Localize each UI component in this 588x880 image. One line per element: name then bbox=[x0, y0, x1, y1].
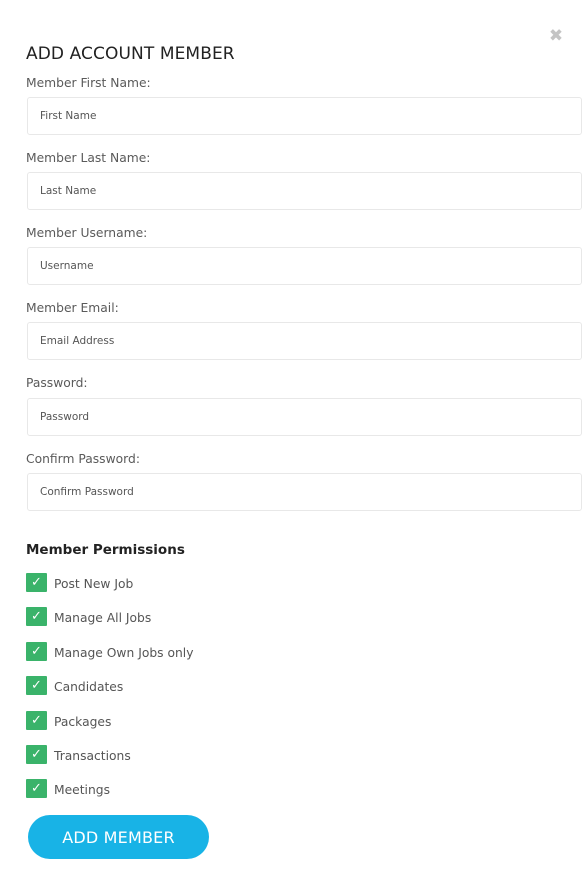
confirm-password-input[interactable] bbox=[27, 473, 582, 511]
permission-label: Manage All Jobs bbox=[54, 611, 152, 625]
permission-label: Post New Job bbox=[54, 577, 134, 591]
permission-label: Transactions bbox=[54, 749, 131, 763]
permission-label: Manage Own Jobs only bbox=[54, 646, 194, 660]
checkbox-checked-icon[interactable]: ✓ bbox=[26, 744, 47, 764]
permission-manage-all-jobs[interactable]: ✓ Manage All Jobs bbox=[26, 606, 151, 626]
checkbox-checked-icon[interactable]: ✓ bbox=[26, 778, 47, 798]
password-label: Password: bbox=[26, 376, 88, 390]
permission-packages[interactable]: ✓ Packages bbox=[26, 710, 111, 730]
confirm-password-label: Confirm Password: bbox=[26, 452, 140, 466]
permission-label: Packages bbox=[54, 715, 112, 729]
permission-post-new-job[interactable]: ✓ Post New Job bbox=[26, 572, 133, 592]
checkbox-checked-icon[interactable]: ✓ bbox=[26, 606, 47, 626]
permission-meetings[interactable]: ✓ Meetings bbox=[26, 778, 110, 798]
username-input[interactable] bbox=[27, 247, 582, 285]
first-name-label: Member First Name: bbox=[26, 76, 151, 90]
modal-title: ADD ACCOUNT MEMBER bbox=[26, 44, 235, 64]
permission-candidates[interactable]: ✓ Candidates bbox=[26, 675, 123, 695]
permission-transactions[interactable]: ✓ Transactions bbox=[26, 744, 131, 764]
permission-label: Candidates bbox=[54, 680, 124, 694]
last-name-label: Member Last Name: bbox=[26, 151, 151, 165]
username-label: Member Username: bbox=[26, 226, 148, 240]
checkbox-checked-icon[interactable]: ✓ bbox=[26, 641, 47, 661]
checkbox-checked-icon[interactable]: ✓ bbox=[26, 710, 47, 730]
permissions-title: Member Permissions bbox=[26, 542, 185, 558]
last-name-input[interactable] bbox=[27, 172, 582, 210]
email-input[interactable] bbox=[27, 322, 582, 360]
first-name-input[interactable] bbox=[27, 97, 582, 135]
checkbox-checked-icon[interactable]: ✓ bbox=[26, 675, 47, 695]
add-member-button[interactable]: ADD MEMBER bbox=[28, 815, 209, 859]
permission-label: Meetings bbox=[54, 783, 110, 797]
password-input[interactable] bbox=[27, 398, 582, 436]
email-label: Member Email: bbox=[26, 301, 119, 315]
permission-manage-own-jobs[interactable]: ✓ Manage Own Jobs only bbox=[26, 641, 193, 661]
checkbox-checked-icon[interactable]: ✓ bbox=[26, 572, 47, 592]
close-icon[interactable]: ✖ bbox=[548, 28, 564, 45]
